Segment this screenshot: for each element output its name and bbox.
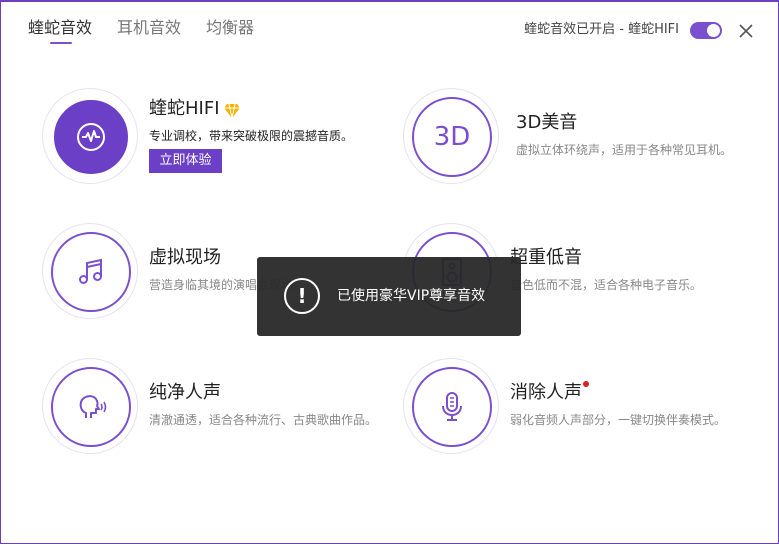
card-title: 蝰蛇HIFI — [149, 98, 220, 119]
microphone-icon — [442, 392, 462, 421]
3d-circle: 3D — [412, 97, 492, 177]
card-title: 虚拟现场 — [149, 247, 221, 268]
card-title: 纯净人声 — [149, 382, 221, 403]
close-icon[interactable] — [737, 22, 755, 40]
try-now-button[interactable]: 立即体验 — [149, 149, 222, 173]
card-desc: 虚拟立体环绕声，适用于各种常见耳机。 — [516, 143, 733, 157]
card-desc: 专业调校，带来突破极限的震撼音质。 — [149, 129, 354, 143]
mic-circle — [412, 367, 492, 447]
tab-bar: 蝰蛇音效 耳机音效 均衡器 — [28, 18, 279, 44]
effect-status-text: 蝰蛇音效已开启 - 蝰蛇HIFI — [524, 22, 679, 37]
effect-toggle[interactable] — [690, 22, 722, 39]
waveform-icon — [77, 123, 105, 151]
3d-icon: 3D — [433, 122, 471, 152]
icon-ring — [42, 88, 138, 184]
voice-icon — [79, 395, 107, 418]
exclamation-icon: ! — [284, 278, 320, 314]
card-desc: 弱化音频人声部分，一键切换伴奏模式。 — [510, 413, 727, 427]
new-badge-dot — [583, 381, 589, 387]
toggle-knob — [707, 24, 720, 37]
card-desc: 音色低而不混，适合各种电子音乐。 — [510, 278, 703, 292]
vip-toast: ! 已使用豪华VIP尊享音效 — [257, 257, 521, 336]
icon-ring: 3D — [403, 88, 499, 184]
diamond-icon — [224, 103, 240, 119]
card-title: 3D美音 — [516, 112, 578, 133]
voice-circle — [51, 367, 131, 447]
music-note-icon — [79, 258, 102, 284]
tab-equalizer[interactable]: 均衡器 — [206, 18, 254, 38]
icon-ring — [42, 223, 138, 319]
hifi-circle — [54, 100, 128, 174]
icon-ring — [42, 358, 138, 454]
tab-viper-effects[interactable]: 蝰蛇音效 — [28, 18, 92, 44]
card-title: 消除人声 — [510, 382, 582, 403]
icon-ring — [403, 358, 499, 454]
card-desc: 清澈通透，适合各种流行、古典歌曲作品。 — [149, 413, 378, 427]
tab-headphone-effects[interactable]: 耳机音效 — [117, 18, 181, 38]
music-circle — [51, 232, 131, 312]
toast-message: 已使用豪华VIP尊享音效 — [337, 288, 486, 304]
